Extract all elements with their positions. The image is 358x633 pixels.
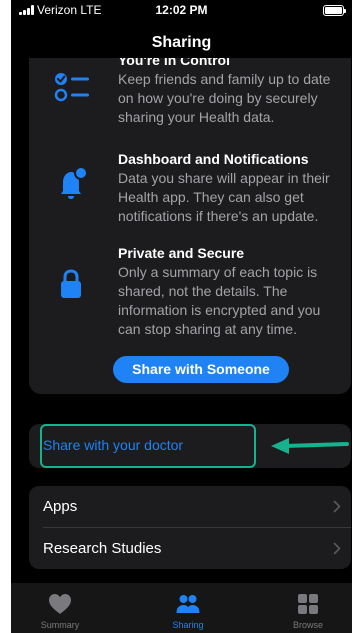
list-item-label: Apps <box>43 498 78 515</box>
tab-label: Sharing <box>172 620 204 630</box>
share-with-doctor-row[interactable]: Share with your doctor <box>29 424 351 468</box>
tab-sharing[interactable]: Sharing <box>153 583 223 633</box>
tab-label: Browse <box>292 620 323 630</box>
status-time: 12:02 PM <box>155 3 208 17</box>
heart-icon <box>49 594 71 614</box>
phone-screen: Verizon LTE 12:02 PM Sharing You're in C… <box>11 0 352 633</box>
settings-list: Apps Research Studies <box>29 486 351 569</box>
chevron-right-icon <box>333 542 341 555</box>
sharing-info-card: You're in Control Keep friends and famil… <box>29 58 351 394</box>
people-icon <box>176 595 200 613</box>
tab-summary[interactable]: Summary <box>25 583 95 633</box>
checklist-icon <box>54 73 89 102</box>
tab-label: Summary <box>40 620 80 630</box>
battery-icon <box>323 5 346 16</box>
status-bar: Verizon LTE 12:02 PM <box>11 0 352 22</box>
tab-bar: Summary Sharing Browse <box>11 583 352 633</box>
list-item-label: Research Studies <box>43 540 162 557</box>
feature-title: You're in Control <box>118 58 230 68</box>
lock-icon <box>61 269 81 298</box>
feature-description: Only a summary of each topic is shared, … <box>118 264 321 337</box>
page-title: Sharing <box>151 34 212 51</box>
list-item-apps[interactable]: Apps <box>29 486 351 527</box>
bell-icon <box>61 166 88 199</box>
tab-browse[interactable]: Browse <box>273 583 343 633</box>
annotation-arrow-icon <box>271 438 349 454</box>
chevron-right-icon <box>333 500 341 513</box>
share-with-doctor-label: Share with your doctor <box>43 437 184 453</box>
feature-description: Data you share will appear in their Heal… <box>118 170 330 224</box>
grid-icon <box>298 594 318 614</box>
feature-description: Keep friends and family up to date on ho… <box>118 71 331 125</box>
feature-title: Private and Secure <box>118 245 245 261</box>
list-item-research-studies[interactable]: Research Studies <box>29 528 351 569</box>
feature-title: Dashboard and Notifications <box>118 151 309 167</box>
share-with-someone-button[interactable]: Share with Someone <box>113 356 289 383</box>
